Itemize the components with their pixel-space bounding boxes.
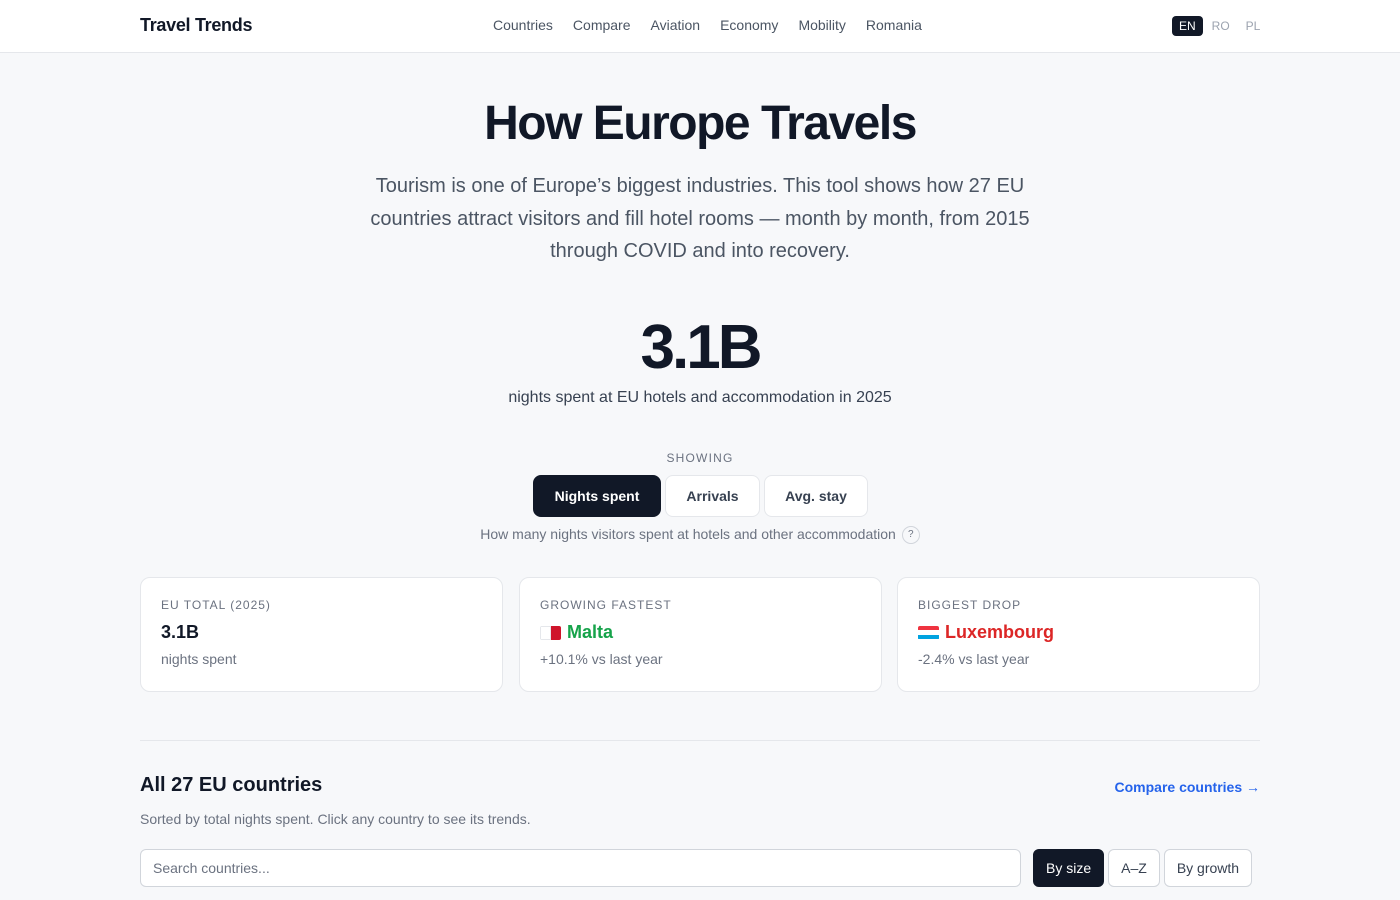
metric-toggle-label: SHOWING <box>666 451 734 465</box>
card-value: Malta <box>540 622 861 643</box>
headline-stat: 3.1B <box>640 313 763 382</box>
card-value-text: Malta <box>567 622 614 642</box>
nav-mobility[interactable]: Mobility <box>798 17 845 33</box>
stat-card-biggest-drop[interactable]: BIGGEST DROP Luxembourg -2.4% vs last ye… <box>897 577 1260 692</box>
card-label: EU TOTAL (2025) <box>161 598 271 612</box>
card-value-text: Luxembourg <box>945 622 1055 642</box>
nav-economy[interactable]: Economy <box>720 17 778 33</box>
hero-description: Tourism is one of Europe’s biggest indus… <box>370 175 1030 262</box>
stat-card-eu-total: EU TOTAL (2025) 3.1B nights spent <box>140 577 503 692</box>
lang-pl-button[interactable]: PL <box>1239 16 1268 36</box>
page-title: How Europe Travels <box>484 97 917 150</box>
main-nav: Countries Compare Aviation Economy Mobil… <box>493 17 922 33</box>
card-value-text: 3.1B <box>161 622 200 642</box>
card-subtext: +10.1% vs last year <box>540 651 663 667</box>
lang-ro-button[interactable]: RO <box>1205 16 1237 36</box>
metric-arrivals-button[interactable]: Arrivals <box>665 475 760 517</box>
stat-card-growing-fastest[interactable]: GROWING FASTEST Malta +10.1% vs last yea… <box>519 577 882 692</box>
card-value: Luxembourg <box>918 622 1239 643</box>
nav-romania[interactable]: Romania <box>866 17 922 33</box>
brand-logo[interactable]: Travel Trends <box>140 15 252 36</box>
metric-toggle: Nights spent Arrivals Avg. stay <box>533 475 868 517</box>
help-icon[interactable]: ? <box>901 526 920 545</box>
metric-help-description: How many nights visitors spent at hotels… <box>480 526 896 542</box>
nav-aviation[interactable]: Aviation <box>651 17 701 33</box>
nav-compare[interactable]: Compare <box>573 17 631 33</box>
top-header: Travel Trends Countries Compare Aviation… <box>0 0 1400 53</box>
compare-countries-link[interactable]: Compare countries → <box>1115 779 1260 795</box>
card-subtext: nights spent <box>161 651 237 667</box>
metric-help-text: How many nights visitors spent at hotels… <box>0 526 1400 545</box>
country-list-subtitle: Sorted by total nights spent. Click any … <box>140 811 531 827</box>
card-label: BIGGEST DROP <box>918 598 1022 612</box>
country-list-title: All 27 EU countries <box>140 774 323 796</box>
sort-toggle: By size A–Z By growth <box>1033 849 1253 887</box>
headline-stat-caption: nights spent at EU hotels and accommodat… <box>508 389 892 406</box>
sort-by-growth-button[interactable]: By growth <box>1163 849 1253 887</box>
malta-flag-icon <box>540 625 561 640</box>
sort-az-button[interactable]: A–Z <box>1108 849 1160 887</box>
card-subtext: -2.4% vs last year <box>918 651 1030 667</box>
card-label: GROWING FASTEST <box>540 598 672 612</box>
metric-nights-button[interactable]: Nights spent <box>533 475 661 517</box>
luxembourg-flag-icon <box>918 625 939 640</box>
nav-countries[interactable]: Countries <box>493 17 553 33</box>
section-divider <box>140 740 1260 741</box>
metric-avg-stay-button[interactable]: Avg. stay <box>764 475 868 517</box>
sort-by-size-button[interactable]: By size <box>1033 849 1105 887</box>
country-search-input[interactable] <box>140 849 1021 887</box>
language-switcher: EN RO PL <box>1172 16 1267 36</box>
card-value: 3.1B <box>161 622 482 643</box>
lang-en-button[interactable]: EN <box>1172 16 1203 36</box>
